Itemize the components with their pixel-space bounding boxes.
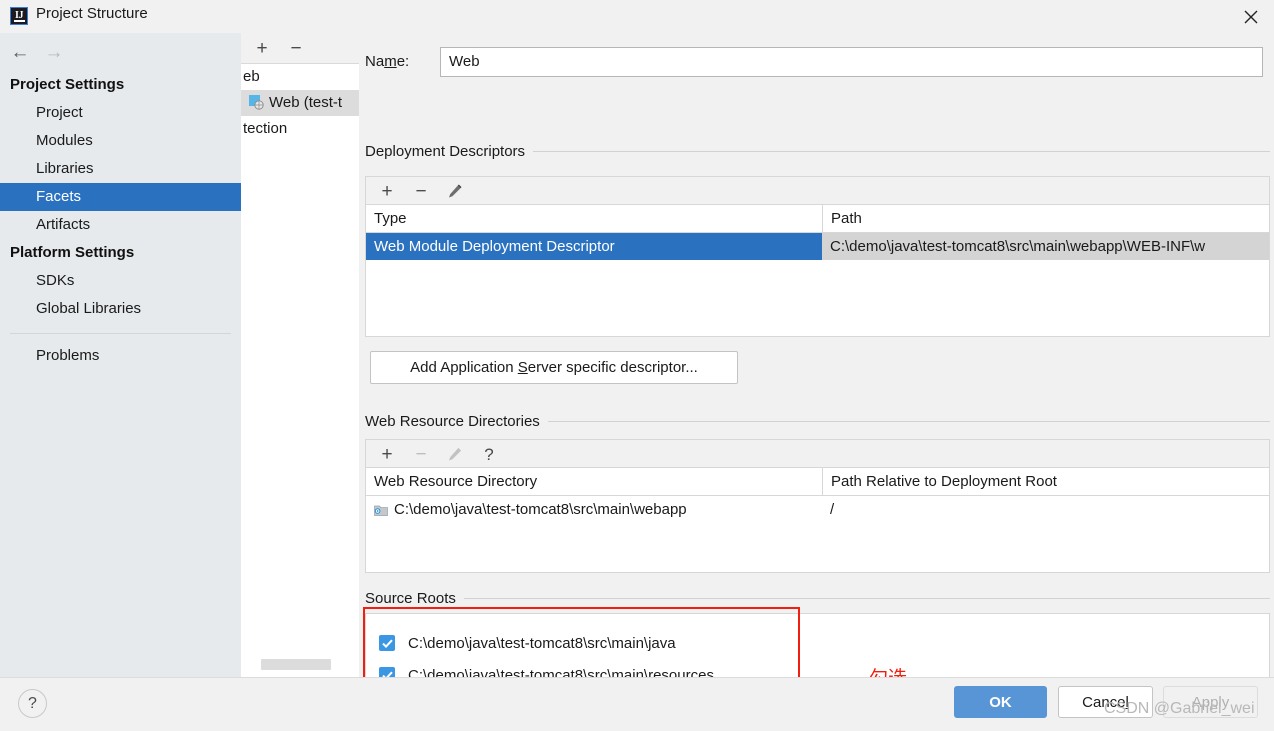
- forward-arrow-icon[interactable]: →: [40, 41, 68, 63]
- title-bar: IJ Project Structure: [0, 0, 1274, 33]
- sidebar-list: Project Settings Project Modules Librari…: [0, 71, 241, 370]
- deployment-descriptors-table[interactable]: Type Path Web Module Deployment Descript…: [365, 204, 1270, 337]
- watermark: CSDN @Gabriel_wei: [1104, 700, 1255, 717]
- source-root-checkbox[interactable]: [379, 635, 395, 651]
- dd-add-button[interactable]: +: [374, 179, 400, 203]
- table-header: Web Resource Directory Path Relative to …: [366, 468, 1269, 496]
- add-facet-button[interactable]: +: [251, 37, 273, 59]
- scrollbar-thumb[interactable]: [261, 659, 331, 670]
- dd-toolbar: + −: [365, 176, 1270, 204]
- column-header-path[interactable]: Path: [822, 205, 1269, 232]
- deployment-descriptors-header: Deployment Descriptors: [365, 142, 1270, 160]
- table-row[interactable]: Web Module Deployment Descriptor C:\demo…: [366, 233, 1269, 260]
- cell-path: C:\demo\java\test-tomcat8\src\main\webap…: [822, 233, 1269, 260]
- sidebar-group-platform-settings: Platform Settings: [10, 244, 135, 261]
- settings-sidebar: ← → Project Settings Project Modules Lib…: [0, 33, 241, 678]
- wrd-add-button[interactable]: +: [374, 442, 400, 466]
- add-app-server-descriptor-button[interactable]: Add Application Server specific descript…: [370, 351, 738, 384]
- edit-pencil-icon[interactable]: [442, 442, 468, 466]
- remove-facet-button[interactable]: −: [285, 37, 307, 59]
- tree-row-label: eb: [243, 68, 260, 85]
- folder-icon: [374, 498, 388, 516]
- cell-relative-path: /: [830, 501, 835, 518]
- section-title: Deployment Descriptors: [365, 142, 526, 160]
- section-title: Web Resource Directories: [365, 412, 540, 430]
- tree-row[interactable]: tection: [241, 116, 359, 142]
- wrd-help-icon[interactable]: ?: [476, 442, 502, 466]
- table-row[interactable]: C:\demo\java\test-tomcat8\src\main\webap…: [366, 496, 1269, 523]
- window-title: Project Structure: [36, 5, 148, 22]
- source-root-row[interactable]: C:\demo\java\test-tomcat8\src\main\resou…: [366, 659, 1269, 678]
- cell-directory: C:\demo\java\test-tomcat8\src\main\webap…: [366, 496, 822, 523]
- ok-button[interactable]: OK: [954, 686, 1047, 718]
- annotation-text: 勾选: [869, 667, 908, 678]
- name-input[interactable]: Web: [440, 47, 1263, 77]
- tree-row-label: Web (test-t: [269, 94, 343, 111]
- sidebar-item-libraries[interactable]: Libraries: [0, 155, 241, 183]
- column-header-type[interactable]: Type: [366, 205, 822, 232]
- sidebar-group-project-settings: Project Settings: [10, 76, 125, 93]
- source-root-path: C:\demo\java\test-tomcat8\src\main\java: [408, 634, 676, 652]
- sidebar-item-artifacts[interactable]: Artifacts: [0, 211, 241, 239]
- sidebar-item-facets[interactable]: Facets: [0, 183, 241, 211]
- back-arrow-icon[interactable]: ←: [6, 41, 34, 63]
- dialog-footer: ? OK Cancel Apply: [0, 678, 1274, 731]
- dialog-body: ← → Project Settings Project Modules Lib…: [0, 33, 1274, 678]
- column-header-web-resource-directory[interactable]: Web Resource Directory: [366, 468, 822, 495]
- facet-tree-panel: + − eb Web (test-t tection: [241, 33, 360, 678]
- close-icon[interactable]: [1228, 0, 1274, 33]
- help-icon[interactable]: ?: [18, 689, 47, 718]
- name-row: Name: Web: [365, 47, 1270, 79]
- sidebar-item-project[interactable]: Project: [0, 99, 241, 127]
- sidebar-divider: [10, 333, 231, 334]
- section-divider: [463, 597, 1270, 599]
- section-divider: [547, 420, 1270, 422]
- sidebar-item-modules[interactable]: Modules: [0, 127, 241, 155]
- button-label: Add Application Server specific descript…: [410, 359, 698, 376]
- web-resource-directories-table[interactable]: Web Resource Directory Path Relative to …: [365, 467, 1270, 573]
- sidebar-item-sdks[interactable]: SDKs: [0, 267, 241, 295]
- column-header-relative-path[interactable]: Path Relative to Deployment Root: [822, 468, 1269, 495]
- tree-row-web[interactable]: Web (test-t: [241, 90, 359, 116]
- source-root-row[interactable]: C:\demo\java\test-tomcat8\src\main\java: [366, 627, 1269, 659]
- intellij-logo-icon: IJ: [10, 7, 28, 25]
- tree-row-label: tection: [243, 120, 288, 137]
- cell-type: Web Module Deployment Descriptor: [374, 238, 615, 255]
- table-header: Type Path: [366, 205, 1269, 233]
- facet-tree-hscrollbar[interactable]: [241, 659, 359, 670]
- facet-tree-toolbar: + −: [241, 33, 359, 64]
- sidebar-item-global-libraries[interactable]: Global Libraries: [0, 295, 241, 323]
- wrd-remove-button[interactable]: −: [408, 442, 434, 466]
- facet-tree: eb Web (test-t tection: [241, 64, 359, 142]
- facet-settings-panel: Name: Web Deployment Descriptors + − Typ…: [359, 33, 1274, 678]
- section-title: Source Roots: [365, 589, 456, 607]
- section-divider: [533, 150, 1270, 152]
- dd-remove-button[interactable]: −: [408, 179, 434, 203]
- edit-pencil-icon[interactable]: [442, 179, 468, 203]
- sidebar-nav: ← →: [0, 33, 241, 69]
- cell-directory-text: C:\demo\java\test-tomcat8\src\main\webap…: [394, 501, 687, 518]
- sidebar-item-problems[interactable]: Problems: [0, 342, 241, 370]
- web-facet-icon: [249, 93, 264, 110]
- name-label: Name:: [365, 53, 410, 70]
- source-roots-list[interactable]: C:\demo\java\test-tomcat8\src\main\java …: [365, 613, 1270, 678]
- tree-row[interactable]: eb: [241, 64, 359, 90]
- web-resource-directories-header: Web Resource Directories: [365, 412, 1270, 430]
- project-structure-dialog: IJ Project Structure ← → Project Setting…: [0, 0, 1274, 731]
- source-roots-header: Source Roots: [365, 589, 1270, 607]
- wrd-toolbar: + − ?: [365, 439, 1270, 467]
